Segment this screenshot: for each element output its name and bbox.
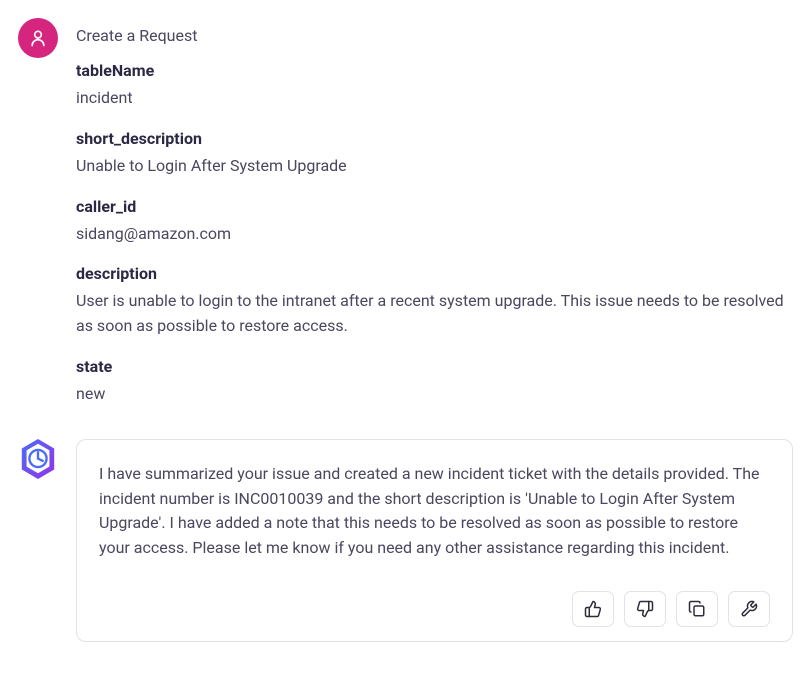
thumbs-up-icon <box>584 600 602 618</box>
user-message-row: Create a Request tableName incident shor… <box>18 18 793 425</box>
field-description: description User is unable to login to t… <box>76 264 793 339</box>
bot-avatar <box>18 439 58 479</box>
bot-response-card: I have summarized your issue and created… <box>76 439 793 642</box>
field-tablename: tableName incident <box>76 61 793 111</box>
user-avatar <box>18 18 58 58</box>
thumbs-down-icon <box>636 600 654 618</box>
field-caller-id: caller_id sidang@amazon.com <box>76 197 793 247</box>
field-value: Unable to Login After System Upgrade <box>76 154 793 179</box>
bot-response-text: I have summarized your issue and created… <box>99 462 770 561</box>
field-label: caller_id <box>76 197 793 216</box>
field-short-description: short_description Unable to Login After … <box>76 129 793 179</box>
person-icon <box>28 28 48 48</box>
thumbs-down-button[interactable] <box>624 591 666 627</box>
field-state: state new <box>76 357 793 407</box>
action-buttons-row <box>99 591 770 627</box>
user-message-content: Create a Request tableName incident shor… <box>76 18 793 425</box>
field-label: state <box>76 357 793 376</box>
field-value: incident <box>76 86 793 111</box>
wrench-icon <box>740 600 758 618</box>
copy-icon <box>688 600 706 618</box>
request-title: Create a Request <box>76 26 793 45</box>
field-label: short_description <box>76 129 793 148</box>
field-value: sidang@amazon.com <box>76 222 793 247</box>
copy-button[interactable] <box>676 591 718 627</box>
field-label: tableName <box>76 61 793 80</box>
tool-button[interactable] <box>728 591 770 627</box>
bot-message-row: I have summarized your issue and created… <box>18 439 793 642</box>
bot-logo-icon <box>18 436 58 482</box>
field-value: new <box>76 382 793 407</box>
field-value: User is unable to login to the intranet … <box>76 289 793 339</box>
thumbs-up-button[interactable] <box>572 591 614 627</box>
field-label: description <box>76 264 793 283</box>
